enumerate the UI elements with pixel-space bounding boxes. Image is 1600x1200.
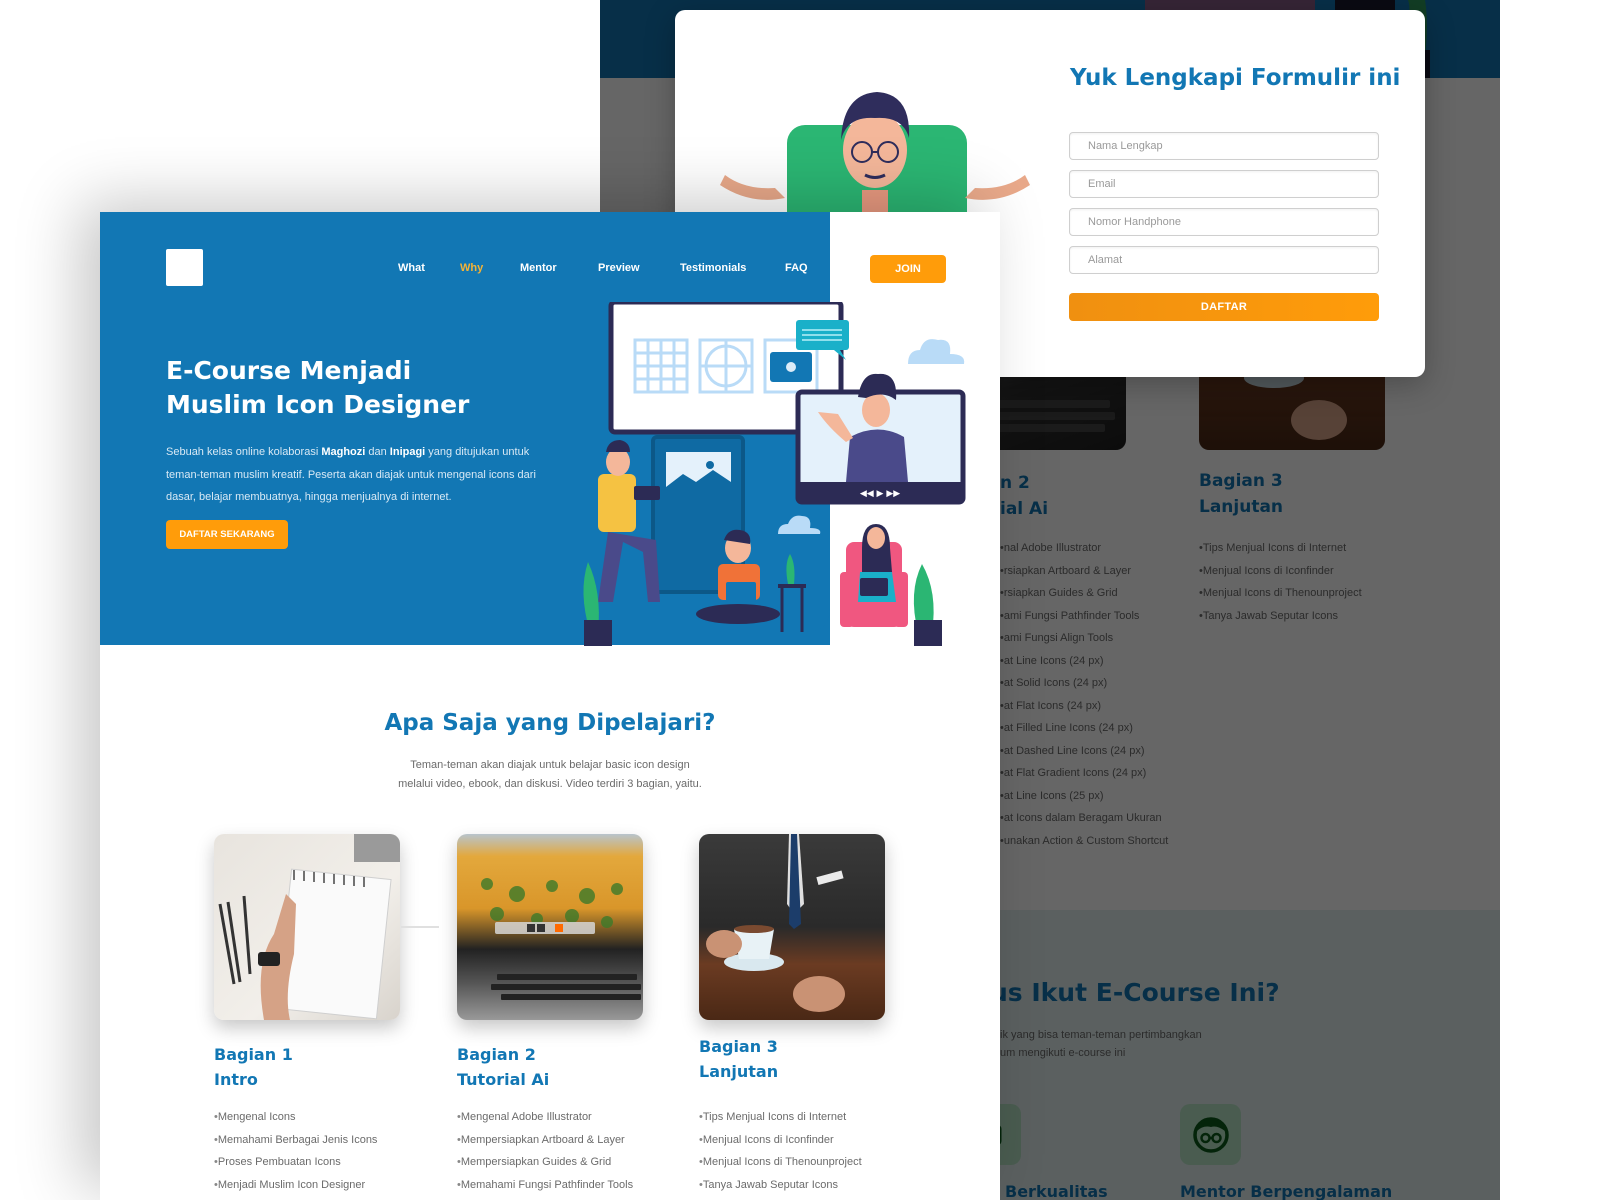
notebook-photo <box>214 834 400 1020</box>
nav-why[interactable]: Why <box>460 262 483 274</box>
daftar-sekarang-button[interactable]: DAFTAR SEKARANG <box>166 520 288 549</box>
list-item: Mempersiapkan Guides & Grid <box>457 1151 633 1174</box>
part3-title-line1: Bagian 3 <box>699 1037 778 1056</box>
join-button[interactable]: JOIN <box>870 255 946 283</box>
notebook-graphic <box>218 834 400 1020</box>
part2-title-line1: Bagian 2 <box>457 1045 536 1064</box>
hero-desc-text: Sebuah kelas online kolaborasi <box>166 446 322 458</box>
list-item: Tanya Jawab Seputar Icons <box>699 1174 862 1197</box>
list-item: Menjadi Muslim Icon Designer <box>214 1174 377 1197</box>
list-item: Proses Pembuatan Icons <box>214 1151 377 1174</box>
part1-title-line2: Intro <box>214 1070 258 1089</box>
modal-title: Yuk Lengkapi Formulir ini <box>1070 65 1401 91</box>
part3-title: Bagian 3 Lanjutan <box>699 1034 778 1084</box>
site-logo[interactable] <box>166 249 203 286</box>
full-name-input[interactable] <box>1069 132 1379 160</box>
part2-title-line2: Tutorial Ai <box>457 1070 550 1089</box>
part3-topic-list: Tips Menjual Icons di Internet Menjual I… <box>699 1106 862 1196</box>
laptop-photo <box>457 834 643 1020</box>
nav-testimonials[interactable]: Testimonials <box>680 262 746 274</box>
brand-maghozi: Maghozi <box>321 446 366 458</box>
part1-title: Bagian 1 Intro <box>214 1042 293 1092</box>
list-item: Menjual Icons di Iconfinder <box>699 1129 862 1152</box>
hero-illustration: ◀◀ ▶ ▶▶ <box>583 302 966 646</box>
nav-faq[interactable]: FAQ <box>785 262 808 274</box>
part1-topic-list: Mengenal Icons Memahami Berbagai Jenis I… <box>214 1106 378 1197</box>
part1-title-line1: Bagian 1 <box>214 1045 293 1064</box>
email-input[interactable] <box>1069 170 1379 198</box>
part2-topic-list: Mengenal Adobe Illustrator Mempersiapkan… <box>457 1106 633 1196</box>
hero-section: What Why Mentor Preview Testimonials FAQ… <box>100 212 1000 646</box>
card-connector <box>401 926 439 928</box>
hero-title-line2: Muslim Icon Designer <box>166 390 470 419</box>
part2-title: Bagian 2 Tutorial Ai <box>457 1042 549 1092</box>
hero-desc-text: dan <box>365 446 390 458</box>
list-item: Mempersiapkan Artboard & Layer <box>457 1129 633 1152</box>
mockup-stage: n 2 ial Ai Bagian 3 Lanjutan nal Adobe I… <box>0 0 1600 1200</box>
hero-title: E-Course Menjadi Muslim Icon Designer <box>166 354 469 422</box>
laptop-graphic <box>481 878 641 1000</box>
nav-what[interactable]: What <box>398 262 425 274</box>
brand-inipagi: Inipagi <box>389 446 426 458</box>
nav-preview[interactable]: Preview <box>598 262 640 274</box>
front-page: What Why Mentor Preview Testimonials FAQ… <box>100 212 1000 1200</box>
daftar-submit-button[interactable]: DAFTAR <box>1069 293 1379 321</box>
hero-description: Sebuah kelas online kolaborasi Maghozi d… <box>166 441 546 509</box>
list-item: Tips Menjual Icons di Internet <box>699 1106 862 1129</box>
nav-mentor[interactable]: Mentor <box>520 262 557 274</box>
learn-section-title: Apa Saja yang Dipelajari? <box>384 710 716 736</box>
list-item: Memahami Fungsi Pathfinder Tools <box>457 1174 633 1197</box>
phone-input[interactable] <box>1069 208 1379 236</box>
learn-desc-line1: Teman-teman akan diajak untuk belajar ba… <box>410 759 690 771</box>
part3-title-line2: Lanjutan <box>699 1062 779 1081</box>
list-item: Menjual Icons di Thenounproject <box>699 1151 862 1174</box>
address-input[interactable] <box>1069 246 1379 274</box>
list-item: Mengenal Icons <box>214 1106 377 1129</box>
svg-text:◀◀ ▶ ▶▶: ◀◀ ▶ ▶▶ <box>860 489 900 499</box>
learn-desc-line2: melalui video, ebook, dan diskusi. Video… <box>398 778 702 790</box>
hero-title-line1: E-Course Menjadi <box>166 356 412 385</box>
list-item: Memahami Berbagai Jenis Icons <box>214 1129 378 1152</box>
learn-section-desc: Teman-teman akan diajak untuk belajar ba… <box>100 756 1000 794</box>
coffee-graphic <box>706 834 845 1012</box>
cloud-icon <box>908 339 965 364</box>
list-item: Mengenal Adobe Illustrator <box>457 1106 633 1129</box>
coffee-suit-photo <box>699 834 885 1020</box>
